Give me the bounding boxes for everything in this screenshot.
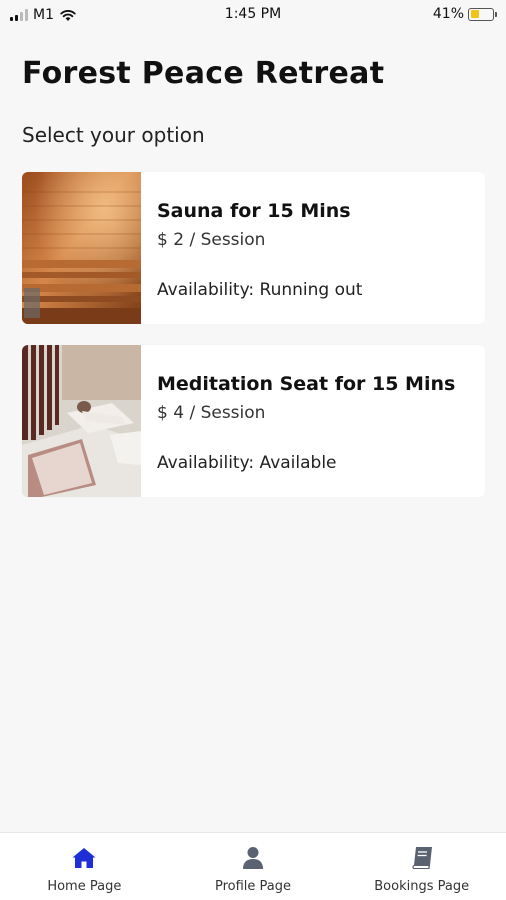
page-title: Forest Peace Retreat (22, 56, 385, 91)
nav-bookings-label: Bookings Page (374, 879, 470, 894)
status-time: 1:45 PM (224, 6, 282, 22)
home-icon (72, 848, 96, 868)
option-availability: Availability: Running out (157, 280, 363, 300)
nav-profile-label: Profile Page (214, 879, 292, 894)
option-card-meditation-seat[interactable]: Meditation Seat for 15 Mins $ 4 / Sessio… (22, 345, 485, 497)
status-bar: M1 1:45 PM 41% (0, 0, 506, 30)
option-card-body: Sauna for 15 Mins $ 2 / Session Availabi… (141, 172, 362, 324)
nav-home[interactable]: Home Page (0, 833, 169, 900)
option-price: $ 2 / Session (157, 230, 266, 250)
option-availability: Availability: Available (157, 453, 337, 473)
nav-bookings[interactable]: Bookings Page (337, 833, 506, 900)
sauna-photo (22, 172, 141, 324)
option-card-sauna[interactable]: Sauna for 15 Mins $ 2 / Session Availabi… (22, 172, 485, 324)
option-title: Meditation Seat for 15 Mins (157, 373, 456, 395)
option-card-body: Meditation Seat for 15 Mins $ 4 / Sessio… (141, 345, 455, 497)
battery-icon (468, 7, 497, 21)
book-icon (412, 847, 432, 869)
user-icon (243, 847, 263, 869)
meditation-seat-photo (22, 345, 141, 497)
option-title: Sauna for 15 Mins (157, 200, 351, 222)
page-subtitle: Select your option (22, 123, 205, 147)
status-right: 41% (432, 6, 497, 22)
bottom-nav: Home Page Profile Page Bookings Page (0, 832, 506, 900)
battery-percent: 41% (432, 6, 464, 22)
nav-profile[interactable]: Profile Page (169, 833, 338, 900)
option-price: $ 4 / Session (157, 403, 266, 423)
nav-home-label: Home Page (47, 879, 122, 894)
